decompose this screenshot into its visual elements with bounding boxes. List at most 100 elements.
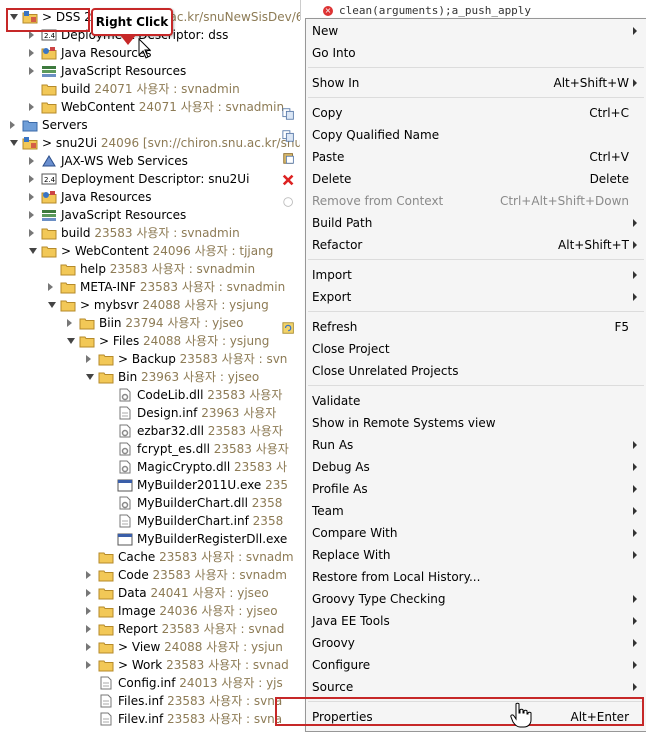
tree-row[interactable]: Servers — [0, 116, 300, 134]
tree-row[interactable]: Design.inf 23963 사용자 — [0, 404, 300, 422]
menu-item-restore-from-local-history[interactable]: Restore from Local History... — [306, 566, 646, 588]
expand-closed-icon[interactable] — [86, 643, 91, 651]
folder-icon — [79, 334, 95, 348]
menu-item-go-into[interactable]: Go Into — [306, 42, 646, 64]
menu-item-copy[interactable]: Copy Ctrl+C — [282, 102, 646, 124]
expand-closed-icon[interactable] — [29, 211, 34, 219]
menu-separator — [308, 67, 644, 68]
expand-closed-icon[interactable] — [29, 103, 34, 111]
tree-row[interactable]: > snu2Ui 24096 [svn://chiron.snu.ac.kr/s… — [0, 134, 300, 152]
expand-closed-icon[interactable] — [86, 625, 91, 633]
menu-item-paste[interactable]: Paste Ctrl+V — [283, 146, 646, 168]
menu-item-validate[interactable]: Validate — [306, 390, 646, 412]
menu-item-groovy-type-checking[interactable]: Groovy Type Checking — [306, 588, 646, 610]
menu-item-copy-qualified-name[interactable]: Copy Qualified Name — [282, 124, 646, 146]
tree-row[interactable]: > Files 24088 사용자 : ysjung — [0, 332, 300, 350]
tree-row[interactable]: Cache 23583 사용자 : svnadm — [0, 548, 300, 566]
expand-closed-icon[interactable] — [29, 67, 34, 75]
tree-row[interactable]: MyBuilder2011U.exe 235 — [0, 476, 300, 494]
expand-closed-icon[interactable] — [29, 193, 34, 201]
menu-item-show-in[interactable]: Show In Alt+Shift+W — [306, 72, 646, 94]
menu-item-refresh[interactable]: Refresh F5 — [282, 316, 646, 338]
tree-row[interactable]: > Backup 23583 사용자 : svn — [0, 350, 300, 368]
expand-closed-icon[interactable] — [86, 571, 91, 579]
tree-row[interactable]: MyBuilderChart.dll 2358 — [0, 494, 300, 512]
tree-row[interactable]: fcrypt_es.dll 23583 사용자 — [0, 440, 300, 458]
menu-item-groovy[interactable]: Groovy — [306, 632, 646, 654]
tree-row[interactable]: Files.inf 23583 사용자 : svna — [0, 692, 300, 710]
tree-row[interactable]: JavaScript Resources — [0, 206, 300, 224]
menu-item-delete[interactable]: Delete Delete — [282, 168, 646, 190]
tree-row[interactable]: Code 23583 사용자 : svnadm — [0, 566, 300, 584]
folder-icon — [98, 352, 114, 366]
expand-closed-icon[interactable] — [86, 355, 91, 363]
tree-row[interactable]: > Work 23583 사용자 : svnad — [0, 656, 300, 674]
tree-row[interactable]: MagicCrypto.dll 23583 사 — [0, 458, 300, 476]
expand-closed-icon[interactable] — [86, 661, 91, 669]
tree-row[interactable]: > View 24088 사용자 : ysjun — [0, 638, 300, 656]
tree-row-name: > snu2Ui — [42, 136, 98, 150]
expand-open-icon[interactable] — [67, 338, 75, 344]
tree-row[interactable]: ezbar32.dll 23583 사용자 — [0, 422, 300, 440]
folder-icon — [98, 586, 114, 600]
tree-row[interactable]: 2.4 Deployment Descriptor: snu2Ui — [0, 170, 300, 188]
menu-item-build-path[interactable]: Build Path — [306, 212, 646, 234]
expand-closed-icon[interactable] — [29, 175, 34, 183]
menu-item-shortcut: Ctrl+C — [589, 106, 629, 120]
menu-item-refactor[interactable]: Refactor Alt+Shift+T — [306, 234, 646, 256]
expand-open-icon[interactable] — [86, 374, 94, 380]
menu-item-label: Show in Remote Systems view — [312, 416, 496, 430]
menu-item-source[interactable]: Source — [306, 676, 646, 698]
tree-row[interactable]: Bin 23963 사용자 : yjseo — [0, 368, 300, 386]
menu-item-replace-with[interactable]: Replace With — [306, 544, 646, 566]
expand-closed-icon[interactable] — [29, 49, 34, 57]
tree-row[interactable]: Data 24041 사용자 : yjseo — [0, 584, 300, 602]
tree-row[interactable]: Config.inf 24013 사용자 : yjs — [0, 674, 300, 692]
menu-item-profile-as[interactable]: Profile As — [306, 478, 646, 500]
tree-row[interactable]: build 23583 사용자 : svnadmin — [0, 224, 300, 242]
menu-item-run-as[interactable]: Run As — [306, 434, 646, 456]
menu-item-close-project[interactable]: Close Project — [306, 338, 646, 360]
expand-closed-icon[interactable] — [29, 229, 34, 237]
tree-row[interactable]: Java Resources — [0, 188, 300, 206]
menu-item-configure[interactable]: Configure — [306, 654, 646, 676]
menu-item-new[interactable]: New — [306, 20, 646, 42]
tree-row[interactable]: Biin 23794 사용자 : yjseo — [0, 314, 300, 332]
expand-closed-icon[interactable] — [29, 157, 34, 165]
expand-open-icon[interactable] — [48, 302, 56, 308]
tree-row[interactable]: CodeLib.dll 23583 사용자 — [0, 386, 300, 404]
tree-row[interactable]: MyBuilderChart.inf 2358 — [0, 512, 300, 530]
tree-row-label: JAX-WS Web Services — [61, 152, 188, 170]
tree-row[interactable]: Image 24036 사용자 : yjseo — [0, 602, 300, 620]
tree-row[interactable]: Filev.inf 23583 사용자 : svna — [0, 710, 300, 728]
expand-closed-icon[interactable] — [67, 319, 72, 327]
expand-open-icon[interactable] — [10, 140, 18, 146]
menu-item-show-in-remote-systems-view[interactable]: Show in Remote Systems view — [306, 412, 646, 434]
dll-file-icon — [117, 424, 133, 438]
tree-row[interactable]: build 24071 사용자 : svnadmin — [0, 80, 300, 98]
tree-row[interactable]: MyBuilderRegisterDll.exe — [0, 530, 300, 548]
tree-row[interactable]: JAX-WS Web Services — [0, 152, 300, 170]
tree-row[interactable]: help 23583 사용자 : svnadmin — [0, 260, 300, 278]
expand-closed-icon[interactable] — [29, 31, 34, 39]
editor-code-line: clean(arguments);a_push_apply — [339, 4, 532, 17]
expand-closed-icon[interactable] — [48, 283, 53, 291]
menu-item-close-unrelated-projects[interactable]: Close Unrelated Projects — [306, 360, 646, 382]
tree-row[interactable]: META-INF 23583 사용자 : svnadmin — [0, 278, 300, 296]
tree-row[interactable]: > mybsvr 24088 사용자 : ysjung — [0, 296, 300, 314]
menu-item-java-ee-tools[interactable]: Java EE Tools — [306, 610, 646, 632]
expand-closed-icon[interactable] — [86, 589, 91, 597]
expand-open-icon[interactable] — [29, 248, 37, 254]
tree-row[interactable]: Report 23583 사용자 : svnad — [0, 620, 300, 638]
tree-row[interactable]: > WebContent 24096 사용자 : tjjang — [0, 242, 300, 260]
menu-item-export[interactable]: Export — [306, 286, 646, 308]
tree-row[interactable]: WebContent 24071 사용자 : svnadmin — [0, 98, 300, 116]
menu-item-team[interactable]: Team — [306, 500, 646, 522]
editor-area[interactable]: × clean(arguments);a_push_apply — [300, 0, 646, 20]
tree-row[interactable]: JavaScript Resources — [0, 62, 300, 80]
menu-item-debug-as[interactable]: Debug As — [306, 456, 646, 478]
expand-closed-icon[interactable] — [86, 607, 91, 615]
menu-item-compare-with[interactable]: Compare With — [306, 522, 646, 544]
expand-closed-icon[interactable] — [10, 121, 15, 129]
menu-item-import[interactable]: Import — [306, 264, 646, 286]
